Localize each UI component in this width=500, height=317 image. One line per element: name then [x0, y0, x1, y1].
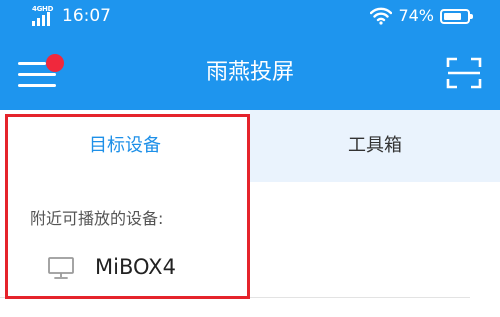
- wifi-icon: [370, 7, 393, 25]
- signal-icon: 4GHD: [32, 5, 56, 26]
- status-time: 16:07: [62, 6, 111, 26]
- status-left: 4GHD 16:07: [32, 5, 111, 26]
- monitor-icon: [48, 257, 74, 279]
- tab-target-devices[interactable]: 目标设备: [0, 110, 250, 182]
- battery-fill: [444, 12, 461, 20]
- battery-percent: 74%: [398, 6, 434, 25]
- nearby-devices-label: 附近可播放的设备:: [30, 209, 164, 228]
- status-bar: 4GHD 16:07 74%: [0, 0, 500, 34]
- device-item[interactable]: MiBOX4: [0, 244, 250, 292]
- scan-icon[interactable]: [446, 56, 482, 90]
- app-title: 雨燕投屏: [205, 60, 294, 85]
- app-bar: 雨燕投屏: [0, 34, 500, 110]
- status-right: 74%: [370, 6, 473, 25]
- battery-icon: [440, 8, 473, 24]
- tab-toolbox[interactable]: 工具箱: [250, 110, 500, 182]
- device-name: MiBOX4: [95, 255, 176, 279]
- divider: [0, 297, 470, 298]
- tab-bar: 目标设备 工具箱: [0, 110, 500, 182]
